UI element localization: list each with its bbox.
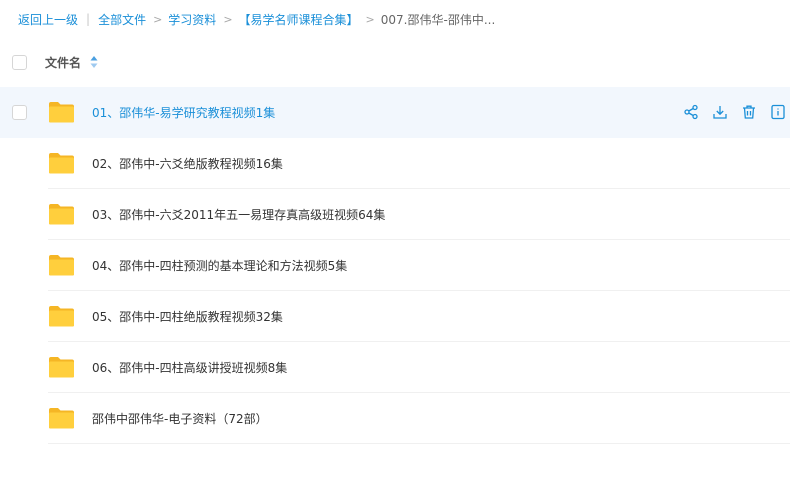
file-row[interactable]: 01、邵伟华-易学研究教程视频1集 bbox=[0, 87, 790, 138]
file-row[interactable]: 05、邵伟中-四柱绝版教程视频32集 bbox=[0, 291, 790, 342]
file-row[interactable]: 04、邵伟中-四柱预测的基本理论和方法视频5集 bbox=[0, 240, 790, 291]
select-all-checkbox[interactable] bbox=[12, 54, 27, 70]
breadcrumb-separator: | bbox=[86, 12, 91, 26]
file-name[interactable]: 03、邵伟中-六爻2011年五一易理存真高级班视频64集 bbox=[92, 206, 385, 223]
share-icon[interactable] bbox=[683, 104, 699, 120]
row-divider bbox=[48, 443, 790, 444]
sort-icon[interactable] bbox=[90, 55, 98, 69]
file-name[interactable]: 02、邵伟中-六爻绝版教程视频16集 bbox=[92, 155, 283, 172]
column-name-header[interactable]: 文件名 bbox=[45, 54, 81, 71]
breadcrumb-course-collection[interactable]: 【易学名师课程合集】 bbox=[239, 11, 359, 28]
download-icon[interactable] bbox=[712, 104, 728, 120]
row-actions bbox=[683, 104, 790, 120]
file-name[interactable]: 06、邵伟中-四柱高级讲授班视频8集 bbox=[92, 359, 287, 376]
folder-icon bbox=[49, 102, 74, 123]
file-row[interactable]: 02、邵伟中-六爻绝版教程视频16集 bbox=[0, 138, 790, 189]
file-name[interactable]: 05、邵伟中-四柱绝版教程视频32集 bbox=[92, 308, 283, 325]
file-row[interactable]: 06、邵伟中-四柱高级讲授班视频8集 bbox=[0, 342, 790, 393]
folder-icon bbox=[49, 306, 74, 327]
folder-icon bbox=[49, 408, 74, 429]
folder-icon bbox=[49, 255, 74, 276]
file-row[interactable]: 03、邵伟中-六爻2011年五一易理存真高级班视频64集 bbox=[0, 189, 790, 240]
list-header: 文件名 bbox=[0, 46, 790, 78]
chevron-right-icon: > bbox=[153, 12, 163, 26]
breadcrumb-study-materials[interactable]: 学习资料 bbox=[168, 11, 216, 28]
breadcrumb-current: 007.邵伟华-邵伟中... bbox=[380, 12, 496, 27]
chevron-right-icon: > bbox=[223, 12, 233, 26]
file-name[interactable]: 04、邵伟中-四柱预测的基本理论和方法视频5集 bbox=[92, 257, 347, 274]
folder-icon bbox=[49, 153, 74, 174]
delete-icon[interactable] bbox=[741, 104, 757, 120]
file-list: 01、邵伟华-易学研究教程视频1集 02、邵伟中-六爻绝版教程视频16集 03、… bbox=[0, 87, 790, 444]
file-name[interactable]: 邵伟中邵伟华-电子资料（72部） bbox=[92, 410, 268, 427]
file-name[interactable]: 01、邵伟华-易学研究教程视频1集 bbox=[92, 104, 275, 121]
file-row[interactable]: 邵伟中邵伟华-电子资料（72部） bbox=[0, 393, 790, 444]
folder-icon bbox=[49, 357, 74, 378]
folder-icon bbox=[49, 204, 74, 225]
breadcrumb: 返回上一级 | 全部文件 > 学习资料 > 【易学名师课程合集】 > 007.邵… bbox=[18, 11, 495, 27]
back-link[interactable]: 返回上一级 bbox=[18, 11, 78, 28]
more-icon[interactable] bbox=[770, 104, 786, 120]
row-checkbox[interactable] bbox=[12, 105, 27, 120]
chevron-right-icon: > bbox=[365, 12, 375, 26]
breadcrumb-all-files[interactable]: 全部文件 bbox=[98, 11, 146, 28]
